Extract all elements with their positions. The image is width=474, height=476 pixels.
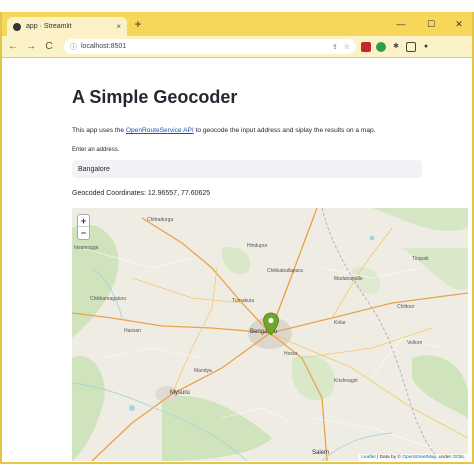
map-label-hindupur: Hindupur: [247, 243, 268, 249]
back-button[interactable]: ←: [6, 40, 20, 54]
address-input-label: Enter an address.: [72, 147, 120, 153]
zoom-out-button[interactable]: −: [78, 227, 89, 239]
close-window-button[interactable]: ✕: [448, 16, 470, 32]
map-label-hosur: Hosur: [284, 351, 298, 357]
description-prefix: This app uses the: [72, 127, 126, 134]
minimize-button[interactable]: —: [390, 16, 412, 32]
openstreetmap-link[interactable]: OpenStreetMap: [402, 455, 436, 460]
geocoded-coordinates: Geocoded Coordinates: 12.96557, 77.60625: [72, 190, 211, 197]
map-label-shivamogga: hivamogga: [74, 245, 99, 251]
tab-title: app · Streamlit: [26, 23, 72, 30]
map-label-hassan: Hassan: [124, 328, 141, 334]
tab-close-icon[interactable]: ×: [116, 22, 121, 31]
openrouteservice-link[interactable]: OpenRouteService API: [126, 127, 194, 134]
description-suffix: to geocode the input address and siplay …: [193, 127, 376, 134]
map-label-tirupati: Tirupati: [412, 256, 429, 262]
map-label-krishnagiri: Krishnagiri: [334, 378, 358, 384]
new-tab-button[interactable]: +: [131, 17, 145, 31]
address-bar[interactable]: ⓘ localhost:8501 ⇪ ☆: [64, 39, 356, 54]
streamlit-page: A Simple Geocoder This app uses the Open…: [2, 59, 472, 462]
map-label-mysuru: Mysuru: [170, 390, 190, 396]
map-label-vellore: Vellore: [407, 340, 423, 346]
streamlit-favicon-icon: [13, 22, 21, 31]
zoom-control: + −: [77, 214, 90, 240]
map-label-chikkamagaluru: Chikkamagaluru: [90, 296, 127, 302]
profile-icon[interactable]: ●: [421, 42, 431, 52]
address-input[interactable]: [72, 160, 422, 178]
browser-tab[interactable]: app · Streamlit ×: [7, 17, 127, 36]
map-label-chitradurga: Chitradurga: [147, 217, 174, 223]
site-info-icon[interactable]: ⓘ: [70, 42, 77, 52]
attribution-under-text: , under: [436, 455, 453, 460]
bookmark-star-icon[interactable]: ☆: [344, 43, 350, 51]
map-label-kolar: Kolar: [334, 320, 346, 326]
map-label-madanapalle: Madanapalle: [334, 276, 363, 282]
extension-green-icon[interactable]: [376, 41, 386, 52]
share-icon[interactable]: ⇪: [332, 43, 338, 51]
map-label-salem: Salem: [312, 450, 330, 456]
map-label-tumakuru: Tumakuru: [232, 298, 255, 304]
extensions-puzzle-icon[interactable]: ✱: [391, 42, 401, 52]
odbl-link[interactable]: ODbL: [452, 455, 465, 460]
maximize-button[interactable]: ☐: [420, 16, 442, 32]
browser-toolbar: ← → C ⓘ localhost:8501 ⇪ ☆ ✱ ●: [2, 36, 472, 58]
sidebar-toggle-icon[interactable]: [406, 41, 416, 52]
map-view[interactable]: hivamogga Chikkamagaluru Hassan Chitradu…: [72, 208, 468, 461]
leaflet-link[interactable]: Leaflet: [361, 455, 375, 460]
page-title: A Simple Geocoder: [72, 87, 238, 107]
forward-button[interactable]: →: [24, 40, 38, 54]
zoom-in-button[interactable]: +: [78, 215, 89, 227]
url-text: localhost:8501: [81, 43, 127, 50]
browser-window: app · Streamlit × + — ☐ ✕ ← → C ⓘ localh…: [0, 12, 474, 464]
extension-red-icon[interactable]: [361, 41, 371, 52]
map-label-chittoor: Chittoor: [397, 304, 415, 310]
location-marker-icon[interactable]: [262, 312, 280, 336]
attribution-data-text: | Data by ©: [375, 455, 403, 460]
map-label-mandya: Mandya: [194, 368, 212, 374]
map-attribution: Leaflet | Data by © OpenStreetMap, under…: [358, 454, 468, 461]
app-description: This app uses the OpenRouteService API t…: [72, 127, 376, 134]
map-label-chikkaballapura: Chikkaballapura: [267, 268, 303, 274]
title-bar: app · Streamlit × + — ☐ ✕: [2, 12, 472, 36]
reload-button[interactable]: C: [42, 40, 56, 54]
